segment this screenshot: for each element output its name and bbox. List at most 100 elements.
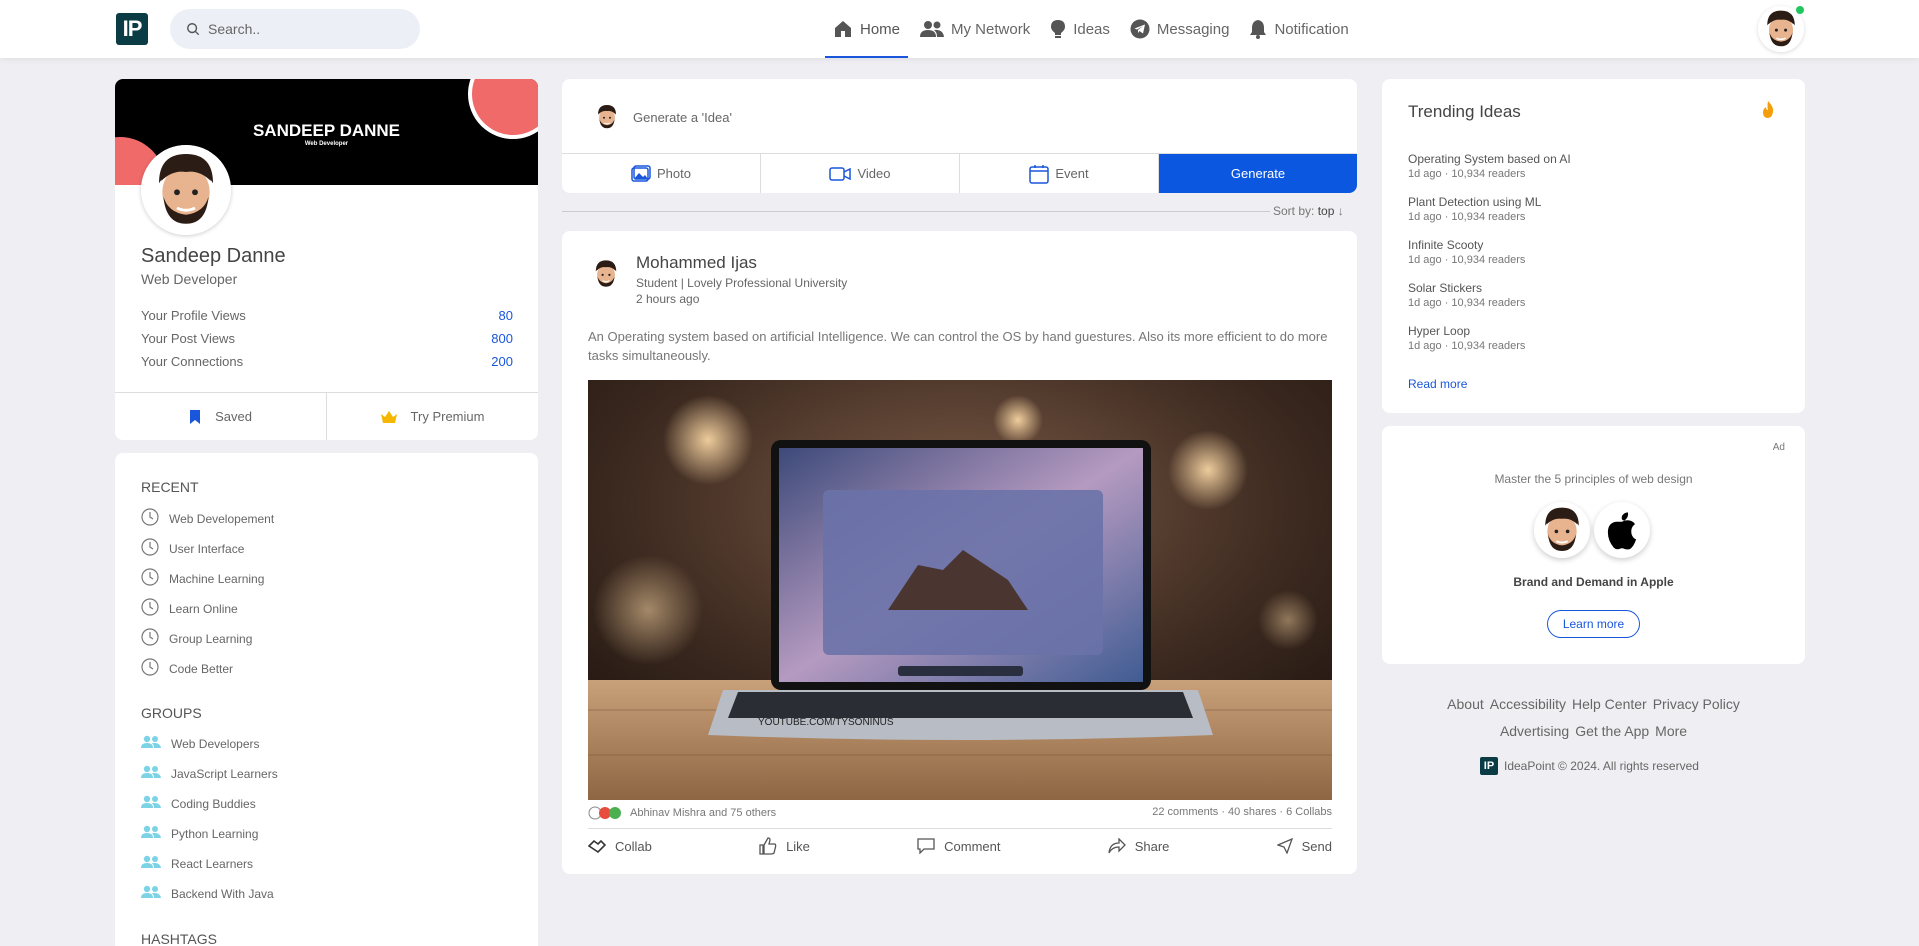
group-item[interactable]: Python Learning [141,825,258,842]
stat-post-views[interactable]: Your Post Views 800 [141,331,513,346]
group-item[interactable]: Coding Buddies [141,795,256,812]
ad-title: Brand and Demand in Apple [1513,575,1674,589]
hashtags-title: HASHTAGS [141,931,217,946]
people-icon [920,21,945,37]
recent-item[interactable]: Web Developement [141,508,274,529]
search-input[interactable] [208,21,408,37]
clock-icon [141,658,159,679]
share-button[interactable]: Share [1108,837,1169,855]
composer-avatar [592,102,622,132]
send-button[interactable]: Send [1276,837,1332,855]
footer-link[interactable]: Advertising [1500,723,1569,739]
arrow-down-icon: ↓ [1337,204,1344,218]
premium-label: Try Premium [410,409,485,424]
group-item[interactable]: Backend With Java [141,885,274,902]
profile-actions: Saved Try Premium [115,392,538,440]
trending-item-title: Infinite Scooty [1408,238,1484,252]
group-icon [141,765,161,782]
like-button[interactable]: Like [759,837,810,855]
group-icon [141,795,161,812]
footer-links-row1: About Accessibility Help Center Privacy Pol… [1382,696,1805,712]
ad-user-avatar [1533,501,1591,559]
group-item[interactable]: JavaScript Learners [141,765,278,782]
footer-link[interactable]: More [1655,723,1687,739]
nav-messaging[interactable]: Messaging [1120,0,1240,58]
trending-item[interactable]: Hyper Loop 1d ago · 10,934 readers [1408,324,1525,352]
post-author-avatar[interactable] [589,255,623,293]
nav-home[interactable]: Home [823,0,910,58]
nav-my-network[interactable]: My Network [910,0,1040,58]
nav-notification[interactable]: Notification [1239,0,1358,58]
photo-icon [631,164,651,182]
engagement-counts[interactable]: 22 comments · 40 shares · 6 Collabs [1152,806,1332,820]
post-image[interactable]: YOUTUBE.COM/TYSONINUS [588,380,1332,800]
footer-link[interactable]: About [1447,696,1484,712]
clock-icon [141,628,159,649]
home-icon [835,21,851,37]
ad-card: Ad Master the 5 principles of web design… [1382,426,1805,664]
comment-button[interactable]: Comment [917,837,1000,855]
bulb-icon [1051,20,1066,38]
stat-connections[interactable]: Your Connections 200 [141,354,513,369]
recent-item[interactable]: Code Better [141,658,233,679]
trending-item[interactable]: Plant Detection using ML 1d ago · 10,934 … [1408,195,1541,223]
trending-item-title: Plant Detection using ML [1408,195,1542,209]
profile-name[interactable]: Sandeep Danne [141,245,286,268]
collab-button[interactable]: Collab [588,837,652,855]
footer-link[interactable]: Get the App [1575,723,1649,739]
video-icon [829,166,852,181]
comment-icon [917,838,935,854]
footer-link[interactable]: Privacy Policy [1653,696,1740,712]
footer-links-row2: Advertising Get the App More [1382,723,1805,739]
app-logo[interactable]: IP [116,13,148,45]
post-author-subtitle: Student | Lovely Professional University [636,276,848,290]
reaction-people[interactable]: Abhinav Mishra and 75 others [588,806,776,820]
post-author-name[interactable]: Mohammed Ijas [636,253,757,273]
trending-item[interactable]: Operating System based on AI 1d ago · 10,… [1408,152,1571,180]
search-box[interactable] [170,9,420,49]
recent-title: RECENT [141,479,199,495]
profile-avatar[interactable] [139,143,233,237]
generate-button[interactable]: Generate [1158,154,1357,193]
calendar-icon [1029,164,1050,184]
group-item[interactable]: React Learners [141,855,253,872]
sort-control[interactable]: Sort by: top ↓ [1273,204,1344,218]
trending-item[interactable]: Infinite Scooty 1d ago · 10,934 readers [1408,238,1525,266]
nav-messaging-label: Messaging [1156,20,1230,38]
telegram-icon [1130,19,1150,39]
group-item-label: Coding Buddies [171,796,256,811]
group-item[interactable]: Web Developers [141,735,260,752]
read-more-link[interactable]: Read more [1408,377,1467,391]
recent-item[interactable]: User Interface [141,538,244,559]
footer-link[interactable]: Accessibility [1490,696,1566,712]
video-button[interactable]: Video [760,154,959,193]
learn-more-button[interactable]: Learn more [1547,610,1640,638]
trending-item-meta: 1d ago · 10,934 readers [1408,168,1526,180]
group-item-label: Python Learning [171,826,259,841]
recent-item-label: Learn Online [169,601,238,616]
recent-item[interactable]: Group Learning [141,628,252,649]
ad-headline: Master the 5 principles of web design [1494,472,1693,486]
group-item-label: JavaScript Learners [171,766,278,781]
photo-button[interactable]: Photo [562,154,760,193]
comment-label: Comment [944,838,1001,854]
stat-profile-views[interactable]: Your Profile Views 80 [141,308,513,323]
post-time: 2 hours ago [636,292,700,306]
event-button[interactable]: Event [959,154,1158,193]
sidebar-card: RECENT Web Developement User Interface Mac… [115,453,538,946]
recent-item[interactable]: Learn Online [141,598,238,619]
send-icon [1276,838,1293,854]
saved-label: Saved [215,409,252,424]
try-premium-button[interactable]: Try Premium [326,393,538,440]
footer-link[interactable]: Help Center [1572,696,1647,712]
nav-home-label: Home [860,20,901,38]
nav-ideas[interactable]: Ideas [1040,0,1120,58]
composer-prompt[interactable]: Generate a 'Idea' [633,110,732,125]
group-item-label: Web Developers [171,736,260,751]
copyright-text: IdeaPoint © 2024. All rights reserved [1504,759,1699,773]
bell-icon [1250,20,1267,39]
collab-label: Collab [615,838,652,854]
saved-button[interactable]: Saved [115,393,326,440]
recent-item[interactable]: Machine Learning [141,568,264,589]
trending-item[interactable]: Solar Stickers 1d ago · 10,934 readers [1408,281,1525,309]
